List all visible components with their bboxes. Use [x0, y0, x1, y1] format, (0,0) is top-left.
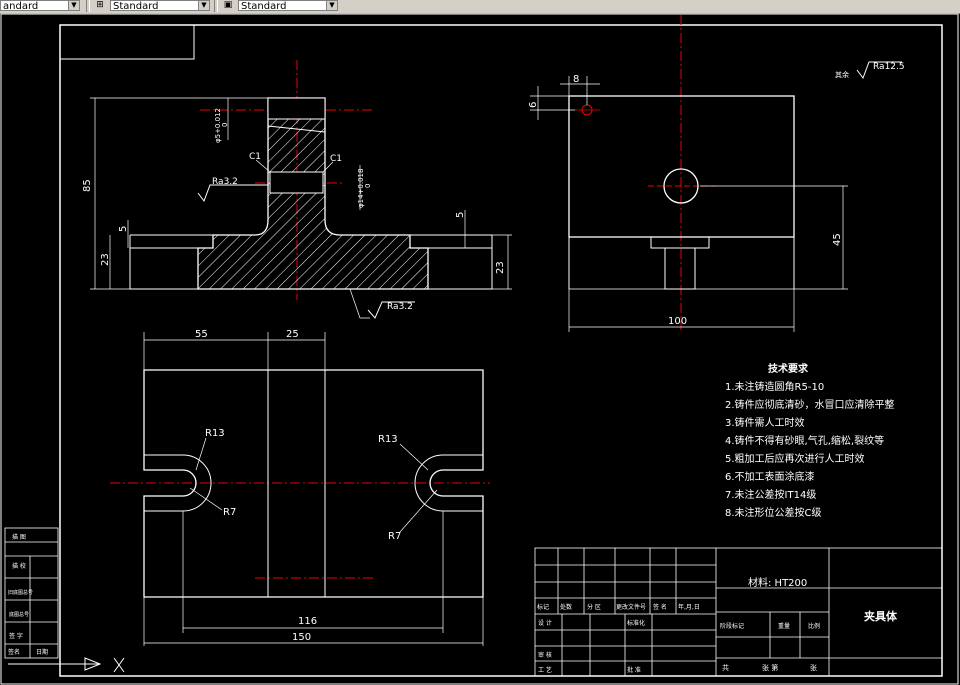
layer-style-combo[interactable]: andard ▼ — [0, 0, 80, 11]
dim-85: 85 — [82, 179, 93, 192]
drawing-frame — [59, 24, 943, 677]
rough-left: Ra3.2 — [212, 177, 238, 187]
tb-date: 年,月,日 — [678, 603, 700, 611]
hole-top — [267, 97, 326, 120]
top-view: 55 25 R13 R7 R13 R7 116 150 — [110, 329, 490, 646]
r13-left: R13 — [205, 428, 225, 439]
tb-weight: 重量 — [778, 622, 790, 630]
tb-zone: 分 区 — [587, 603, 601, 611]
hole-tol-mid-b: 0 — [364, 184, 372, 188]
dim-6: 6 — [528, 102, 539, 108]
text-style-icon[interactable]: ▣ — [220, 0, 236, 11]
tech-req-item: 6.不加工表面涂底漆 — [725, 470, 815, 483]
r7-right: R7 — [388, 531, 401, 542]
front-view: 85 23 5 5 23 φ5+0.012 0 φ14+0.018 0 C1 C… — [82, 60, 512, 319]
toolbar-separator — [214, 0, 218, 12]
dimension-style-combo[interactable]: Standard ▼ — [110, 0, 210, 11]
tb-sheets: 共 — [722, 663, 729, 672]
dim-8: 8 — [573, 74, 579, 85]
tb-stage-mark: 阶段标记 — [720, 622, 744, 630]
base-left — [129, 247, 199, 290]
tb-sign: 签 名 — [653, 603, 667, 611]
lb-base-no: 底图总号 — [9, 611, 29, 618]
r13-right: R13 — [378, 434, 398, 445]
part-name: 夹具体 — [864, 609, 898, 623]
roughness-top-right: Ra12.5 — [873, 62, 905, 72]
chevron-down-icon[interactable]: ▼ — [326, 1, 337, 10]
tb-standardize: 标准化 — [627, 619, 645, 627]
tb-sheet-of: 张 第 — [762, 663, 778, 672]
layer-style-value: andard — [3, 1, 39, 11]
side-boss — [650, 236, 710, 249]
tb-change-doc: 更改文件号 — [616, 603, 646, 611]
side-view: 8 6 45 100 — [528, 15, 848, 332]
drawing-canvas[interactable]: 其余 Ra12.5 85 23 5 5 23 φ5+0.012 0 φ14+0.… — [0, 13, 960, 685]
r7-left: R7 — [223, 507, 236, 518]
rough-bottom: Ra3.2 — [387, 302, 413, 312]
tb-review: 审 核 — [538, 651, 552, 659]
chamfer-right: C1 — [330, 154, 342, 164]
dim-150: 150 — [292, 632, 311, 643]
text-style-value: Standard — [241, 1, 287, 11]
tech-req-item: 8.未注形位公差按C级 — [725, 506, 822, 519]
tb-design: 设 计 — [538, 619, 552, 627]
tech-req-item: 7.未注公差按IT14级 — [725, 488, 816, 501]
dim-55: 55 — [195, 329, 208, 340]
tech-req-item: 1.未注铸造圆角R5-10 — [725, 380, 824, 393]
lb-signature: 签 字 — [9, 632, 23, 640]
material-label: 材料: HT200 — [748, 576, 807, 589]
text-style-combo[interactable]: Standard ▼ — [238, 0, 338, 11]
side-stem — [664, 247, 696, 290]
base-right — [427, 247, 493, 290]
dim-23-left: 23 — [100, 253, 111, 266]
dimension-style-icon[interactable]: ⊞ — [92, 0, 108, 11]
hole-mid — [269, 171, 324, 194]
tb-sheet-unit: 张 — [810, 663, 817, 672]
style-toolbar: andard ▼ ⊞ Standard ▼ ▣ Standard ▼ — [0, 0, 960, 14]
dim-45: 45 — [832, 233, 843, 246]
tb-process: 工 艺 — [538, 666, 552, 674]
tb-approve: 批 准 — [627, 666, 641, 674]
roughness-left-symbol — [197, 184, 268, 203]
dimension-style-value: Standard — [113, 1, 159, 11]
lb-date: 日期 — [36, 648, 48, 656]
dim-100: 100 — [668, 316, 687, 327]
chevron-down-icon[interactable]: ▼ — [198, 1, 209, 10]
chevron-down-icon[interactable]: ▼ — [68, 1, 79, 10]
dim-25: 25 — [286, 329, 299, 340]
dim-23-right: 23 — [495, 261, 506, 274]
dim-5-right: 5 — [455, 212, 466, 218]
tech-req-title: 技术要求 — [768, 362, 809, 375]
lb-trace: 描 图 — [12, 533, 26, 541]
tb-count: 处数 — [560, 603, 572, 611]
tech-req-item: 2.铸件应彻底清砂，水冒口应清除平整 — [725, 398, 895, 411]
drawing-number-box — [59, 24, 195, 60]
chamfer-left: C1 — [249, 152, 261, 162]
ucs-icon — [8, 657, 125, 673]
tech-req-item: 5.粗加工后应再次进行人工时效 — [725, 452, 865, 465]
roughness-prefix: 其余 — [835, 70, 849, 79]
dim-116: 116 — [298, 616, 317, 627]
lb-sign: 签名 — [8, 648, 20, 656]
tech-req-item: 3.铸件需人工时效 — [725, 416, 805, 429]
tech-req-item: 4.铸件不得有砂眼,气孔,缩松,裂纹等 — [725, 434, 884, 447]
toolbar-separator — [86, 0, 90, 12]
tb-mark: 标记 — [537, 603, 549, 611]
hole-tol-top-b: 0 — [221, 123, 229, 127]
lb-old-no: 旧底图总号 — [8, 589, 33, 596]
technical-requirements: 技术要求 1.未注铸造圆角R5-10 2.铸件应彻底清砂，水冒口应清除平整 3.… — [725, 362, 895, 519]
dim-5-left: 5 — [118, 226, 129, 232]
tb-scale: 比例 — [808, 622, 820, 630]
lb-check: 描 校 — [12, 562, 26, 570]
